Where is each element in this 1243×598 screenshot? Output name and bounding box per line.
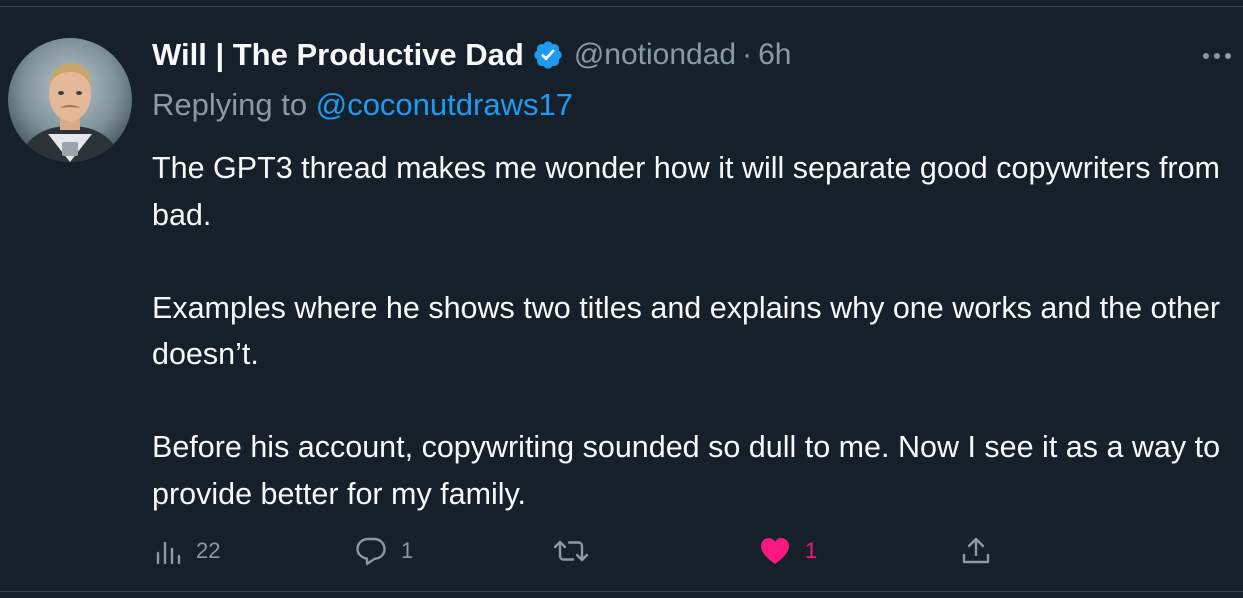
bar-chart-icon bbox=[156, 541, 181, 565]
tweet-text: The GPT3 thread makes me wonder how it w… bbox=[152, 145, 1237, 517]
ellipsis-icon bbox=[1203, 53, 1231, 59]
action-bar: 22 1 1 bbox=[152, 531, 1002, 571]
retweet-button[interactable] bbox=[552, 531, 604, 571]
share-button[interactable] bbox=[960, 531, 992, 571]
share-upload-icon bbox=[962, 537, 990, 564]
reply-mention-link[interactable]: @coconutdraws17 bbox=[316, 87, 573, 122]
more-options-button[interactable] bbox=[1199, 41, 1235, 71]
replying-to-label: Replying to bbox=[152, 87, 308, 122]
replying-to-line: Replying to @coconutdraws17 bbox=[152, 87, 573, 123]
dot-separator: · bbox=[742, 38, 753, 71]
heart-icon bbox=[761, 538, 789, 564]
tweet-paragraph: The GPT3 thread makes me wonder how it w… bbox=[152, 151, 1220, 232]
tweet-paragraph: Before his account, copywriting sounded … bbox=[152, 430, 1221, 511]
timestamp[interactable]: 6h bbox=[758, 38, 791, 72]
author-name[interactable]: Will | The Productive Dad bbox=[152, 37, 524, 73]
author-handle[interactable]: @notiondad bbox=[574, 38, 736, 72]
avatar[interactable] bbox=[8, 38, 132, 162]
verified-badge-icon bbox=[532, 39, 564, 71]
views-button[interactable]: 22 bbox=[154, 531, 220, 571]
like-button[interactable]: 1 bbox=[759, 531, 817, 571]
views-count: 22 bbox=[196, 538, 221, 563]
speech-bubble-icon bbox=[356, 537, 386, 566]
tweet-card[interactable]: Will | The Productive Dad @notiondad · 6… bbox=[0, 6, 1243, 592]
reply-button[interactable]: 1 bbox=[355, 531, 413, 571]
retweet-arrows-icon bbox=[553, 540, 589, 562]
tweet-paragraph: Examples where he shows two titles and e… bbox=[152, 290, 1221, 372]
reply-count: 1 bbox=[401, 538, 414, 563]
tweet-header: Will | The Productive Dad @notiondad · 6… bbox=[152, 33, 791, 77]
like-count: 1 bbox=[805, 538, 818, 563]
